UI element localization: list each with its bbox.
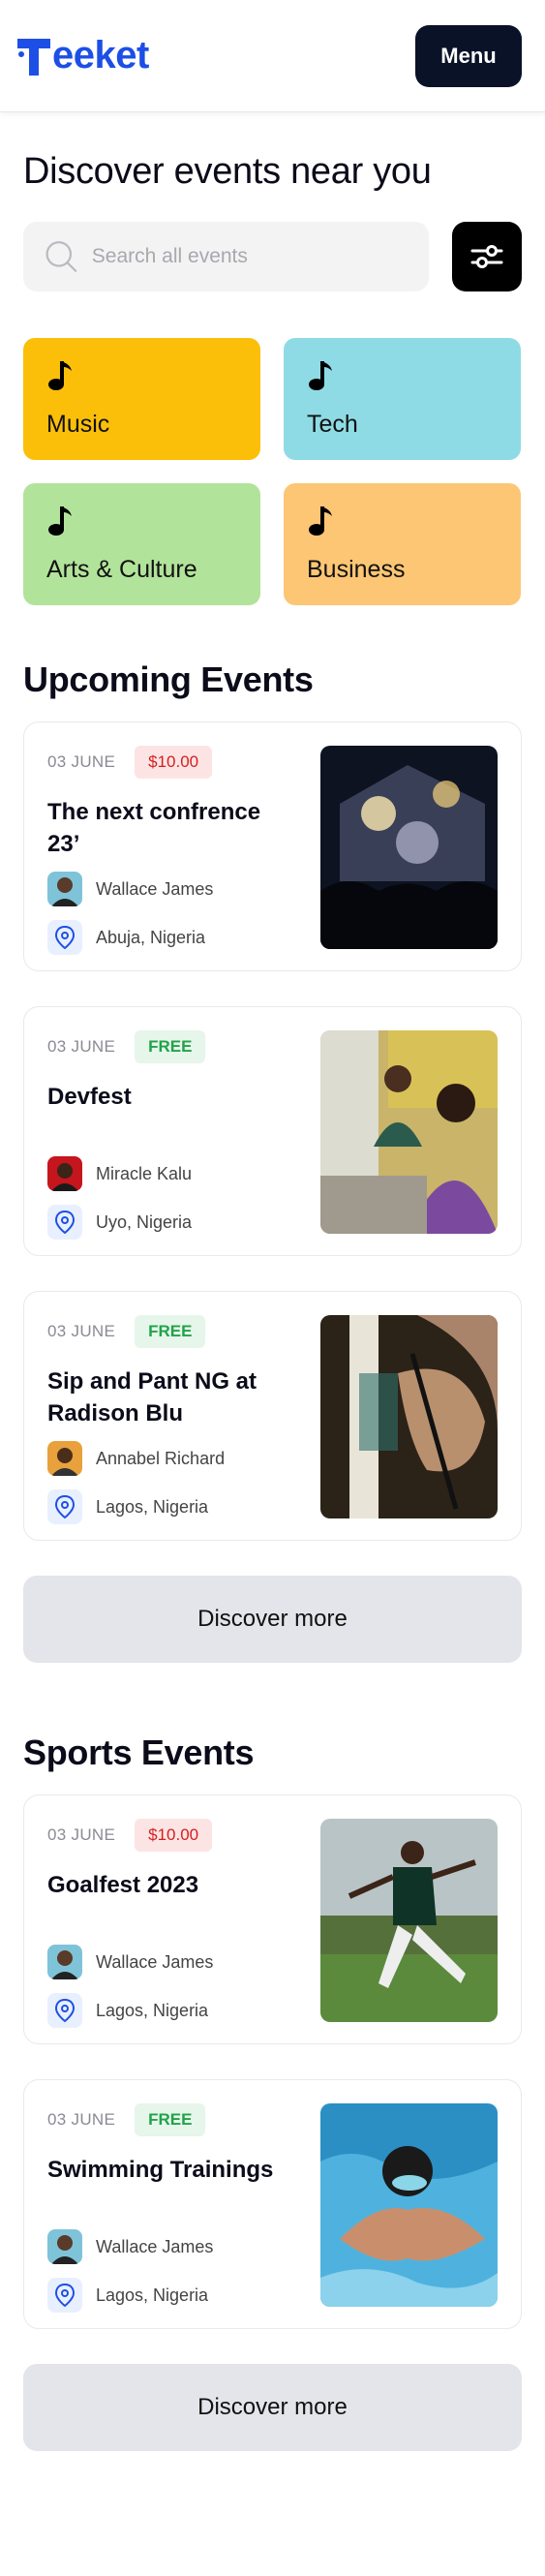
event-image-swimming xyxy=(320,2103,498,2307)
event-card[interactable]: 03 JUNE FREE Devfest Miracle Kalu Uyo, N… xyxy=(23,1006,522,1256)
logo-text: eeket xyxy=(52,34,149,77)
event-info: 03 JUNE FREE Swimming Trainings Wallace … xyxy=(47,2103,299,2313)
event-title: Goalfest 2023 xyxy=(47,1872,199,1898)
avatar xyxy=(47,872,82,906)
category-arts-culture[interactable]: Arts & Culture xyxy=(23,483,260,605)
organizer-name: Wallace James xyxy=(96,2236,214,2256)
price-badge: $10.00 xyxy=(135,1819,213,1852)
event-title: Sip and Pant NG at Radison Blu xyxy=(47,1368,257,1426)
price-badge: FREE xyxy=(135,1315,206,1348)
discover-more-button[interactable]: Discover more xyxy=(23,2364,522,2451)
sports-events-title: Sports Events xyxy=(23,1733,255,1772)
location-name: Lagos, Nigeria xyxy=(96,2285,209,2305)
filter-button[interactable] xyxy=(452,222,522,291)
event-date: 03 JUNE xyxy=(47,1037,116,1056)
location-name: Lagos, Nigeria xyxy=(96,2000,209,2020)
organizer: Annabel Richard xyxy=(47,1441,299,1476)
event-meta: 03 JUNE FREE xyxy=(47,2103,299,2136)
menu-button[interactable]: Menu xyxy=(415,24,522,87)
event-date: 03 JUNE xyxy=(47,1825,116,1844)
event-card[interactable]: 03 JUNE FREE Sip and Pant NG at Radison … xyxy=(23,1291,522,1541)
event-image-devfest xyxy=(320,1030,498,1234)
event-meta: 03 JUNE $10.00 xyxy=(47,746,299,779)
event-title: The next confrence 23’ xyxy=(47,799,261,857)
sliders-icon xyxy=(470,245,503,268)
location-pin-icon xyxy=(47,920,82,955)
event-title: Devfest xyxy=(47,1084,132,1110)
avatar xyxy=(47,2229,82,2264)
search-icon xyxy=(45,241,77,272)
event-card[interactable]: 03 JUNE $10.00 The next confrence 23’ Wa… xyxy=(23,721,522,971)
event-title: Swimming Trainings xyxy=(47,2157,274,2183)
organizer-name: Wallace James xyxy=(96,1951,214,1972)
category-tech[interactable]: Tech xyxy=(284,338,521,460)
brand-logo[interactable]: eeket xyxy=(17,34,149,77)
location: Lagos, Nigeria xyxy=(47,1993,299,2028)
event-info: 03 JUNE FREE Sip and Pant NG at Radison … xyxy=(47,1315,299,1524)
app-header: eeket Menu xyxy=(0,0,545,112)
music-note-icon xyxy=(48,361,72,390)
location-name: Uyo, Nigeria xyxy=(96,1211,193,1232)
discover-more-button[interactable]: Discover more xyxy=(23,1576,522,1663)
event-image-concert xyxy=(320,746,498,949)
location: Abuja, Nigeria xyxy=(47,920,299,955)
event-date: 03 JUNE xyxy=(47,2110,116,2129)
organizer-name: Annabel Richard xyxy=(96,1448,226,1468)
price-badge: FREE xyxy=(135,1030,206,1063)
organizer: Wallace James xyxy=(47,2229,299,2264)
page-title: Discover events near you xyxy=(23,151,432,192)
event-date: 03 JUNE xyxy=(47,752,116,771)
avatar xyxy=(47,1945,82,1979)
avatar xyxy=(47,1441,82,1476)
location: Uyo, Nigeria xyxy=(47,1205,299,1240)
category-label: Arts & Culture xyxy=(46,556,197,583)
organizer: Wallace James xyxy=(47,1945,299,1979)
search-row xyxy=(0,222,545,291)
event-meta: 03 JUNE FREE xyxy=(47,1315,299,1348)
category-label: Music xyxy=(46,411,110,438)
category-label: Business xyxy=(307,556,406,583)
music-note-icon xyxy=(309,361,332,390)
category-label: Tech xyxy=(307,411,358,438)
category-music[interactable]: Music xyxy=(23,338,260,460)
avatar xyxy=(47,1156,82,1191)
location-pin-icon xyxy=(47,1489,82,1524)
location-pin-icon xyxy=(47,2278,82,2313)
music-note-icon xyxy=(309,506,332,536)
event-info: 03 JUNE $10.00 Goalfest 2023 Wallace Jam… xyxy=(47,1819,299,2028)
event-meta: 03 JUNE $10.00 xyxy=(47,1819,299,1852)
location-pin-icon xyxy=(47,1993,82,2028)
location: Lagos, Nigeria xyxy=(47,1489,299,1524)
location-name: Lagos, Nigeria xyxy=(96,1496,209,1517)
organizer-name: Wallace James xyxy=(96,878,214,899)
category-grid: Music Tech Arts & Culture Business xyxy=(0,338,545,605)
event-date: 03 JUNE xyxy=(47,1322,116,1340)
organizer: Miracle Kalu xyxy=(47,1156,299,1191)
upcoming-events-title: Upcoming Events xyxy=(23,659,314,699)
search-box[interactable] xyxy=(23,222,429,291)
event-card[interactable]: 03 JUNE FREE Swimming Trainings Wallace … xyxy=(23,2079,522,2329)
event-image-football xyxy=(320,1819,498,2022)
event-meta: 03 JUNE FREE xyxy=(47,1030,299,1063)
event-image-painting xyxy=(320,1315,498,1518)
music-note-icon xyxy=(48,506,72,536)
category-business[interactable]: Business xyxy=(284,483,521,605)
organizer: Wallace James xyxy=(47,872,299,906)
event-info: 03 JUNE FREE Devfest Miracle Kalu Uyo, N… xyxy=(47,1030,299,1240)
event-info: 03 JUNE $10.00 The next confrence 23’ Wa… xyxy=(47,746,299,955)
ticket-logo-icon xyxy=(17,38,50,76)
location-name: Abuja, Nigeria xyxy=(96,927,206,947)
event-card[interactable]: 03 JUNE $10.00 Goalfest 2023 Wallace Jam… xyxy=(23,1794,522,2044)
location-pin-icon xyxy=(47,1205,82,1240)
location: Lagos, Nigeria xyxy=(47,2278,299,2313)
price-badge: $10.00 xyxy=(135,746,213,779)
organizer-name: Miracle Kalu xyxy=(96,1163,193,1183)
search-input[interactable] xyxy=(91,245,408,268)
price-badge: FREE xyxy=(135,2103,206,2136)
